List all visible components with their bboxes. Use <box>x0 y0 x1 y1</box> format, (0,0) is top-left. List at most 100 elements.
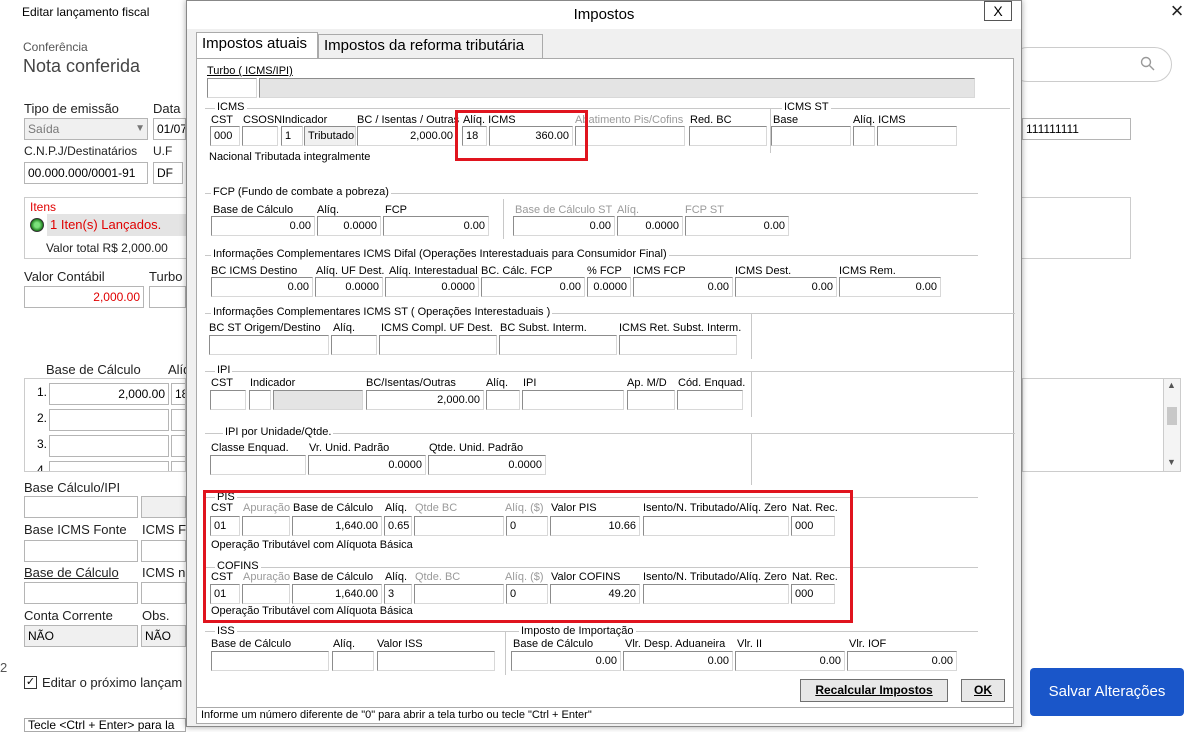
ipi-unid-qtde-field[interactable]: 0.0000 <box>428 455 546 475</box>
tipo-emissao-select[interactable]: Saída ▼ <box>24 118 148 140</box>
base-calculo-ipi-label: Base Cálculo/IPI <box>24 480 121 495</box>
icms-bc-field[interactable]: 2,000.00 <box>357 126 457 146</box>
ipi-cst-field[interactable] <box>210 390 246 410</box>
ipi-bc-field[interactable]: 2,000.00 <box>366 390 484 410</box>
difal-field-7[interactable]: 0.00 <box>839 277 941 297</box>
icms-st-aliq-field[interactable] <box>853 126 875 146</box>
icms-indicador-label: Indicador <box>282 114 328 126</box>
ipi-group <box>205 371 751 372</box>
row-base-1[interactable]: 2,000.00 <box>49 383 169 405</box>
icms-st-base-field[interactable] <box>771 126 851 146</box>
row-base-2[interactable] <box>49 409 169 431</box>
editar-proximo-label: Editar o próximo lançam <box>42 675 183 690</box>
icms-csosn-field[interactable] <box>242 126 278 146</box>
icms-csosn-label: CSOSN <box>243 114 283 126</box>
icms-redbc-field[interactable] <box>689 126 767 146</box>
difal-field-3[interactable]: 0.00 <box>481 277 585 297</box>
icms-st-comp-label-1: Alíq. <box>333 322 356 334</box>
ipi-unid-classe-field[interactable] <box>210 455 306 475</box>
icms-indicador-txt: Tributado <box>304 126 356 146</box>
itens-value[interactable]: 1 Iten(s) Lançados. <box>47 214 187 236</box>
fcp-st-base-field[interactable]: 0.00 <box>513 216 615 236</box>
importacao-field-2[interactable]: 0.00 <box>735 651 845 671</box>
importacao-field-1[interactable]: 0.00 <box>623 651 733 671</box>
conferencia-value: Nota conferida <box>23 56 141 76</box>
ipi-ipi-field[interactable] <box>522 390 624 410</box>
ipi-cod-field[interactable] <box>677 390 743 410</box>
conferencia-label: Conferência <box>23 40 88 54</box>
valor-contabil-field[interactable]: 2,000.00 <box>24 286 144 308</box>
ipi-apmd-field[interactable] <box>627 390 675 410</box>
row-base-4[interactable] <box>49 461 169 471</box>
icms-abatimento-field[interactable] <box>575 126 685 146</box>
row-aliq-1[interactable]: 18 <box>171 383 185 405</box>
icms-st-valor-field[interactable] <box>877 126 957 146</box>
row-aliq-2[interactable] <box>171 409 185 431</box>
icms-st-comp-field-4[interactable] <box>619 335 737 355</box>
difal-label-3: BC. Cálc. FCP <box>481 265 553 277</box>
turbo-field[interactable] <box>149 286 186 308</box>
turbo-field[interactable] <box>207 78 257 98</box>
fcp-st-aliq-field[interactable]: 0.0000 <box>617 216 683 236</box>
base-icms-fonte-field[interactable] <box>24 540 138 562</box>
bg-right-box <box>1022 378 1163 472</box>
conta-corrente-field[interactable]: NÃO <box>24 625 138 647</box>
row-aliq-4[interactable] <box>171 461 185 471</box>
obs-field[interactable]: NÃO <box>141 625 186 647</box>
close-icon[interactable]: X <box>984 1 1012 21</box>
cnpj-field[interactable]: 00.000.000/0001-91 <box>24 162 148 184</box>
difal-field-1[interactable]: 0.0000 <box>315 277 383 297</box>
difal-field-6[interactable]: 0.00 <box>735 277 837 297</box>
iss-aliq-field[interactable] <box>332 651 374 671</box>
ipi-group-label: IPI <box>215 364 233 376</box>
scrollbar[interactable]: ▲ ▼ <box>1163 378 1181 472</box>
data-field[interactable]: 01/07 <box>153 118 186 140</box>
ok-button[interactable]: OK <box>961 679 1005 702</box>
recalcular-impostos-button[interactable]: Recalcular Impostos <box>800 679 948 702</box>
tab-impostos-atuais[interactable]: Impostos atuais <box>196 32 318 58</box>
icms-cst-field[interactable]: 000 <box>210 126 240 146</box>
fcp-fcp-field[interactable]: 0.00 <box>383 216 489 236</box>
icms-st-comp-field-0[interactable] <box>209 335 329 355</box>
side-char: 2 <box>0 660 8 675</box>
iss-valor-field[interactable] <box>377 651 495 671</box>
icms-fo-field[interactable] <box>141 540 186 562</box>
icms-st-comp-field-1[interactable] <box>331 335 377 355</box>
ipi-indicador-num[interactable] <box>249 390 271 410</box>
search-icon[interactable] <box>1140 56 1155 71</box>
fcp-st-fcp-field[interactable]: 0.00 <box>685 216 789 236</box>
turbo-bar <box>259 78 975 98</box>
row-base-3[interactable] <box>49 435 169 457</box>
row-aliq-3[interactable] <box>171 435 185 457</box>
chevron-down-icon[interactable]: ▼ <box>1167 457 1176 467</box>
ipi-indicador-label: Indicador <box>250 377 296 389</box>
background-close-icon[interactable]: × <box>1162 0 1192 24</box>
uf-field[interactable]: DF <box>153 162 183 184</box>
chevron-up-icon[interactable]: ▲ <box>1167 380 1176 390</box>
iss-base-field[interactable] <box>211 651 329 671</box>
ipi-unid-vr-field[interactable]: 0.0000 <box>308 455 426 475</box>
salvar-alteracoes-button[interactable]: Salvar Alterações <box>1030 668 1184 716</box>
ok-label: OK <box>974 683 992 697</box>
editar-proximo-checkbox[interactable]: ✓ <box>24 676 37 689</box>
tab-impostos-reforma[interactable]: Impostos da reforma tributária <box>318 34 543 58</box>
difal-field-5[interactable]: 0.00 <box>633 277 733 297</box>
difal-field-4[interactable]: 0.0000 <box>587 277 631 297</box>
fcp-aliq-field[interactable]: 0.0000 <box>317 216 381 236</box>
icms-indicador-num[interactable]: 1 <box>281 126 303 146</box>
chevron-down-icon: ▼ <box>135 123 145 134</box>
importacao-field-3[interactable]: 0.00 <box>847 651 957 671</box>
difal-field-2[interactable]: 0.0000 <box>385 277 479 297</box>
icms-na-field[interactable] <box>141 582 186 604</box>
ipi-aliq-field[interactable] <box>486 390 520 410</box>
icms-st-comp-field-2[interactable] <box>379 335 497 355</box>
icms-cst-label: CST <box>211 114 233 126</box>
base-calculo-ipi-field[interactable] <box>24 496 138 518</box>
right-field[interactable]: 111111111 <box>1022 118 1131 140</box>
base-calculo-field-2[interactable] <box>24 582 138 604</box>
fcp-base-field[interactable]: 0.00 <box>211 216 315 236</box>
icms-st-comp-field-3[interactable] <box>499 335 617 355</box>
scroll-thumb[interactable] <box>1167 407 1177 425</box>
importacao-field-0[interactable]: 0.00 <box>511 651 621 671</box>
difal-field-0[interactable]: 0.00 <box>211 277 313 297</box>
